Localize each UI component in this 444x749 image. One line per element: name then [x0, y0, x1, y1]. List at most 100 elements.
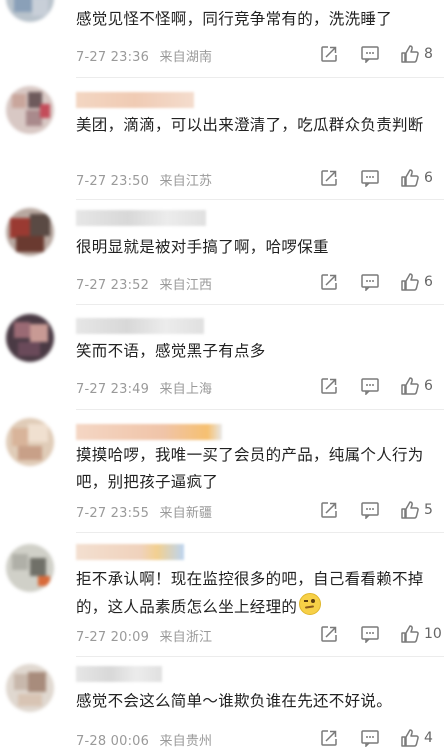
grimace-emoji-icon: [299, 593, 322, 615]
like-button[interactable]: 5: [400, 499, 433, 521]
comment-text-content: 拒不承认啊！现在监控很多的吧，自己看看赖不掉的，这人品素质怎么坐上经理的: [76, 570, 424, 616]
divider: [76, 532, 444, 533]
comment-text: 感觉不会这么简单～谁欺负谁在先还不好说。: [76, 692, 393, 710]
comment-icon: [360, 377, 380, 395]
username[interactable]: [76, 210, 206, 226]
thumbs-up-icon: [400, 624, 420, 644]
comment-meta: 7-27 23:36 来自湖南: [76, 46, 212, 65]
comment-location: 来自浙江: [159, 630, 213, 645]
like-button[interactable]: 6: [400, 271, 433, 293]
comment-actions: 6: [316, 167, 444, 189]
thumbs-up-icon: [400, 272, 420, 292]
thumbs-up-icon: [400, 168, 420, 188]
comment-text: 拒不承认啊！现在监控很多的吧，自己看看赖不掉的，这人品素质怎么坐上经理的: [76, 566, 436, 621]
divider: [76, 304, 444, 305]
comment-icon: [360, 501, 380, 519]
comment-time: 7-27 20:09: [76, 630, 150, 645]
comment-meta: 7-27 23:50 来自江苏: [76, 170, 212, 189]
comment-icon: [360, 45, 380, 63]
repost-icon: [320, 45, 338, 63]
username[interactable]: [76, 544, 184, 560]
comment-icon: [360, 729, 380, 747]
comment-actions: 6: [316, 375, 444, 397]
comment-actions: 8: [316, 43, 444, 65]
comment-time: 7-27 23:50: [76, 174, 150, 189]
user-avatar[interactable]: [6, 544, 54, 592]
repost-button[interactable]: [320, 499, 338, 521]
like-button[interactable]: 10: [400, 623, 442, 645]
like-count: 6: [424, 274, 433, 290]
repost-button[interactable]: [320, 727, 338, 749]
comment-location: 来自江西: [159, 278, 213, 293]
divider: [76, 77, 444, 78]
like-count: 4: [424, 730, 433, 746]
comment-actions: 10: [316, 623, 444, 645]
repost-icon: [320, 501, 338, 519]
repost-icon: [320, 169, 338, 187]
comment-meta: 7-27 23:52 来自江西: [76, 274, 212, 293]
like-button[interactable]: 4: [400, 727, 433, 749]
comment-button[interactable]: [360, 271, 380, 293]
username[interactable]: [76, 424, 222, 440]
comment-icon: [360, 273, 380, 291]
like-count: 6: [424, 170, 433, 186]
like-count: 8: [424, 46, 433, 62]
user-avatar[interactable]: [6, 208, 54, 256]
user-avatar[interactable]: [6, 0, 54, 22]
like-count: 6: [424, 378, 433, 394]
comment-button[interactable]: [360, 499, 380, 521]
username[interactable]: [76, 318, 204, 334]
comment-time: 7-27 23:55: [76, 506, 150, 521]
comment-button[interactable]: [360, 623, 380, 645]
comment-time: 7-27 23:36: [76, 50, 150, 65]
comment-text: 摸摸哈啰，我唯一买了会员的产品，纯属个人行为吧，别把孩子逼疯了: [76, 446, 424, 491]
comment-actions: 4: [316, 727, 444, 749]
comment-actions: 6: [316, 271, 444, 293]
comment-meta: 7-27 23:49 来自上海: [76, 378, 212, 397]
comment-icon: [360, 625, 380, 643]
comment-button[interactable]: [360, 43, 380, 65]
divider: [76, 409, 444, 410]
thumbs-up-icon: [400, 44, 420, 64]
comment-text: 美团，滴滴，可以出来澄清了，吃瓜群众负责判断: [76, 116, 424, 134]
thumbs-up-icon: [400, 500, 420, 520]
comment-text: 很明显就是被对手搞了啊，哈啰保重: [76, 238, 329, 256]
username[interactable]: [76, 92, 194, 108]
repost-icon: [320, 625, 338, 643]
comment-meta: 7-27 23:55 来自新疆: [76, 502, 212, 521]
comment-time: 7-27 23:52: [76, 278, 150, 293]
like-button[interactable]: 8: [400, 43, 433, 65]
like-button[interactable]: 6: [400, 167, 433, 189]
repost-button[interactable]: [320, 43, 338, 65]
divider: [76, 656, 444, 657]
user-avatar[interactable]: [6, 314, 54, 362]
thumbs-up-icon: [400, 376, 420, 396]
like-button[interactable]: 6: [400, 375, 433, 397]
repost-button[interactable]: [320, 375, 338, 397]
user-avatar[interactable]: [6, 418, 54, 466]
comment-location: 来自新疆: [159, 506, 213, 521]
comment-location: 来自江苏: [159, 174, 213, 189]
repost-button[interactable]: [320, 623, 338, 645]
repost-icon: [320, 377, 338, 395]
comment-text: 感觉见怪不怪啊，同行竞争常有的，洗洗睡了: [76, 10, 393, 28]
user-avatar[interactable]: [6, 664, 54, 712]
comment-button[interactable]: [360, 167, 380, 189]
comment-icon: [360, 169, 380, 187]
user-avatar[interactable]: [6, 86, 54, 134]
repost-button[interactable]: [320, 271, 338, 293]
comment-location: 来自湖南: [159, 50, 213, 65]
repost-icon: [320, 729, 338, 747]
comment-time: 7-27 23:49: [76, 382, 150, 397]
thumbs-up-icon: [400, 728, 420, 748]
comment-text: 笑而不语，感觉黑子有点多: [76, 342, 266, 360]
comment-meta: 7-28 00:06 来自贵州: [76, 730, 212, 749]
comment-meta: 7-27 20:09 来自浙江: [76, 626, 212, 645]
comment-button[interactable]: [360, 727, 380, 749]
divider: [76, 199, 444, 200]
like-count: 5: [424, 502, 433, 518]
username[interactable]: [76, 666, 162, 682]
comment-button[interactable]: [360, 375, 380, 397]
repost-button[interactable]: [320, 167, 338, 189]
like-count: 10: [424, 626, 442, 642]
